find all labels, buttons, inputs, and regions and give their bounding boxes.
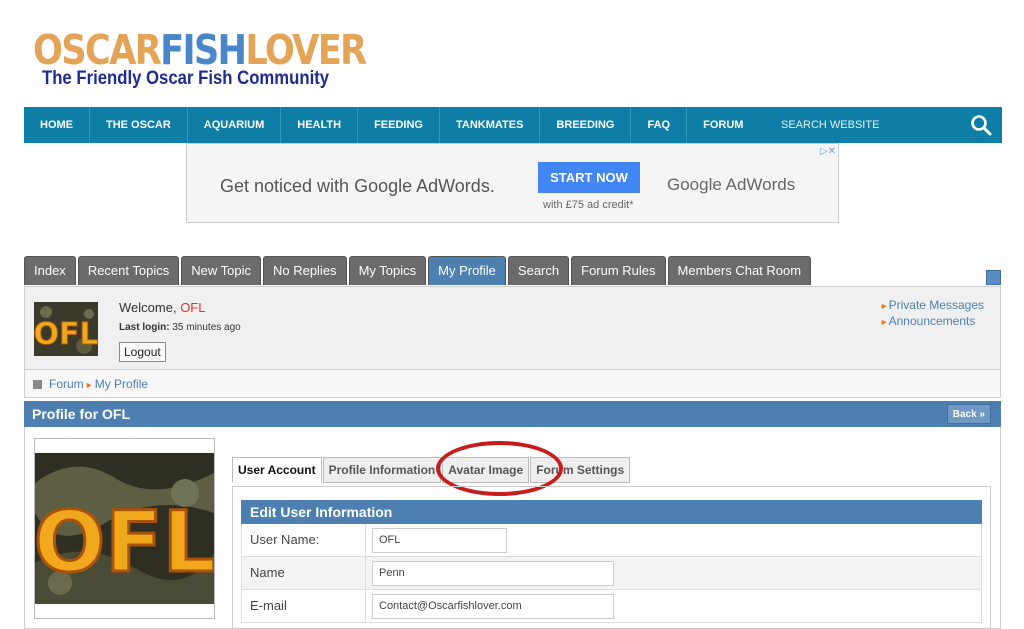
collapse-toggle-icon[interactable]	[986, 270, 1001, 285]
profile-avatar-image: OFL	[35, 453, 214, 604]
email-field[interactable]: Contact@Oscarfishlover.com	[372, 594, 614, 619]
email-label: E-mail	[242, 590, 366, 622]
profile-title: Profile for OFL	[32, 406, 130, 422]
tab-forum-rules[interactable]: Forum Rules	[571, 256, 666, 285]
site-tagline: The Friendly Oscar Fish Community	[42, 68, 330, 89]
username-label: User Name:	[242, 524, 366, 556]
name-label: Name	[242, 557, 366, 589]
private-messages-link[interactable]: Private Messages	[882, 298, 984, 314]
username-field[interactable]: OFL	[372, 528, 507, 553]
breadcrumb-forum[interactable]: Forum	[49, 377, 84, 391]
tab-index[interactable]: Index	[24, 256, 76, 285]
profile-subtabs: User Account Profile Information Avatar …	[232, 457, 631, 483]
subtab-profile-information[interactable]: Profile Information	[322, 457, 442, 483]
nav-faq[interactable]: FAQ	[631, 107, 688, 143]
nav-feeding[interactable]: FEEDING	[358, 107, 440, 143]
nav-home[interactable]: HOME	[24, 107, 90, 143]
tab-search[interactable]: Search	[507, 256, 570, 285]
form-title: Edit User Information	[241, 500, 982, 524]
welcome-username[interactable]: OFL	[180, 300, 205, 315]
google-ad-banner[interactable]: Get noticed with Google AdWords. START N…	[186, 143, 839, 223]
announcements-link[interactable]: Announcements	[882, 314, 984, 330]
subtab-user-account[interactable]: User Account	[232, 457, 322, 483]
back-button[interactable]: Back »	[946, 404, 991, 424]
search-icon[interactable]	[970, 114, 992, 136]
ad-start-now-button[interactable]: START NOW	[538, 162, 640, 193]
last-login-value: 35 minutes ago	[172, 322, 241, 333]
tab-my-topics[interactable]: My Topics	[348, 256, 427, 285]
logo-part-lover: LOVER	[245, 26, 367, 74]
nav-health[interactable]: HEALTH	[281, 107, 359, 143]
logout-button[interactable]: Logout	[119, 342, 166, 362]
tab-recent-topics[interactable]: Recent Topics	[77, 256, 180, 285]
welcome-panel: OFL Welcome, OFL Last login: 35 minutes …	[24, 286, 1001, 370]
profile-avatar: OFL	[34, 438, 215, 619]
site-logo[interactable]: OSCARFISHLOVER	[33, 26, 367, 74]
welcome-links: Private Messages Announcements	[882, 298, 984, 330]
name-field[interactable]: Penn	[372, 561, 614, 586]
form-row-name: Name Penn	[241, 557, 982, 590]
ad-close-icon[interactable]: ▷✕	[820, 146, 836, 157]
main-nav: HOME THE OSCAR AQUARIUM HEALTH FEEDING T…	[24, 107, 1002, 143]
ad-subtext: with £75 ad credit*	[543, 199, 634, 211]
tab-my-profile[interactable]: My Profile	[428, 256, 506, 285]
user-avatar-small: OFL	[34, 302, 98, 356]
nav-aquarium[interactable]: AQUARIUM	[188, 107, 282, 143]
nav-forum[interactable]: FORUM	[687, 107, 759, 143]
nav-the-oscar[interactable]: THE OSCAR	[90, 107, 188, 143]
welcome-greeting: Welcome,	[119, 300, 177, 315]
welcome-message: Welcome, OFL	[119, 300, 205, 315]
ad-brand: Google AdWords	[667, 175, 796, 194]
breadcrumb-my-profile[interactable]: My Profile	[95, 377, 148, 391]
breadcrumb-arrow-icon: ▸	[86, 380, 92, 391]
nav-breeding[interactable]: BREEDING	[540, 107, 632, 143]
form-row-username: User Name: OFL	[241, 524, 982, 557]
forum-tabs: Index Recent Topics New Topic No Replies…	[24, 256, 813, 285]
tab-new-topic[interactable]: New Topic	[181, 256, 261, 285]
logo-part-fish: FISH	[160, 26, 247, 74]
last-login-label: Last login:	[119, 322, 170, 333]
logo-part-oscar: OSCAR	[33, 26, 162, 74]
tab-members-chat-room[interactable]: Members Chat Room	[667, 256, 812, 285]
avatar-small-text: OFL	[34, 317, 98, 352]
nav-tankmates[interactable]: TANKMATES	[440, 107, 541, 143]
profile-header: Profile for OFL Back »	[24, 401, 1001, 427]
ad-headline: Get noticed with Google AdWords.	[220, 176, 495, 196]
breadcrumb: Forum ▸ My Profile	[24, 370, 1001, 398]
search-website-field[interactable]: SEARCH WEBSITE	[781, 107, 879, 143]
breadcrumb-square-icon	[33, 380, 42, 389]
tab-no-replies[interactable]: No Replies	[262, 256, 347, 285]
avatar-large-text: OFL	[35, 493, 214, 591]
last-login: Last login: 35 minutes ago	[119, 322, 241, 333]
form-row-email: E-mail Contact@Oscarfishlover.com	[241, 590, 982, 623]
